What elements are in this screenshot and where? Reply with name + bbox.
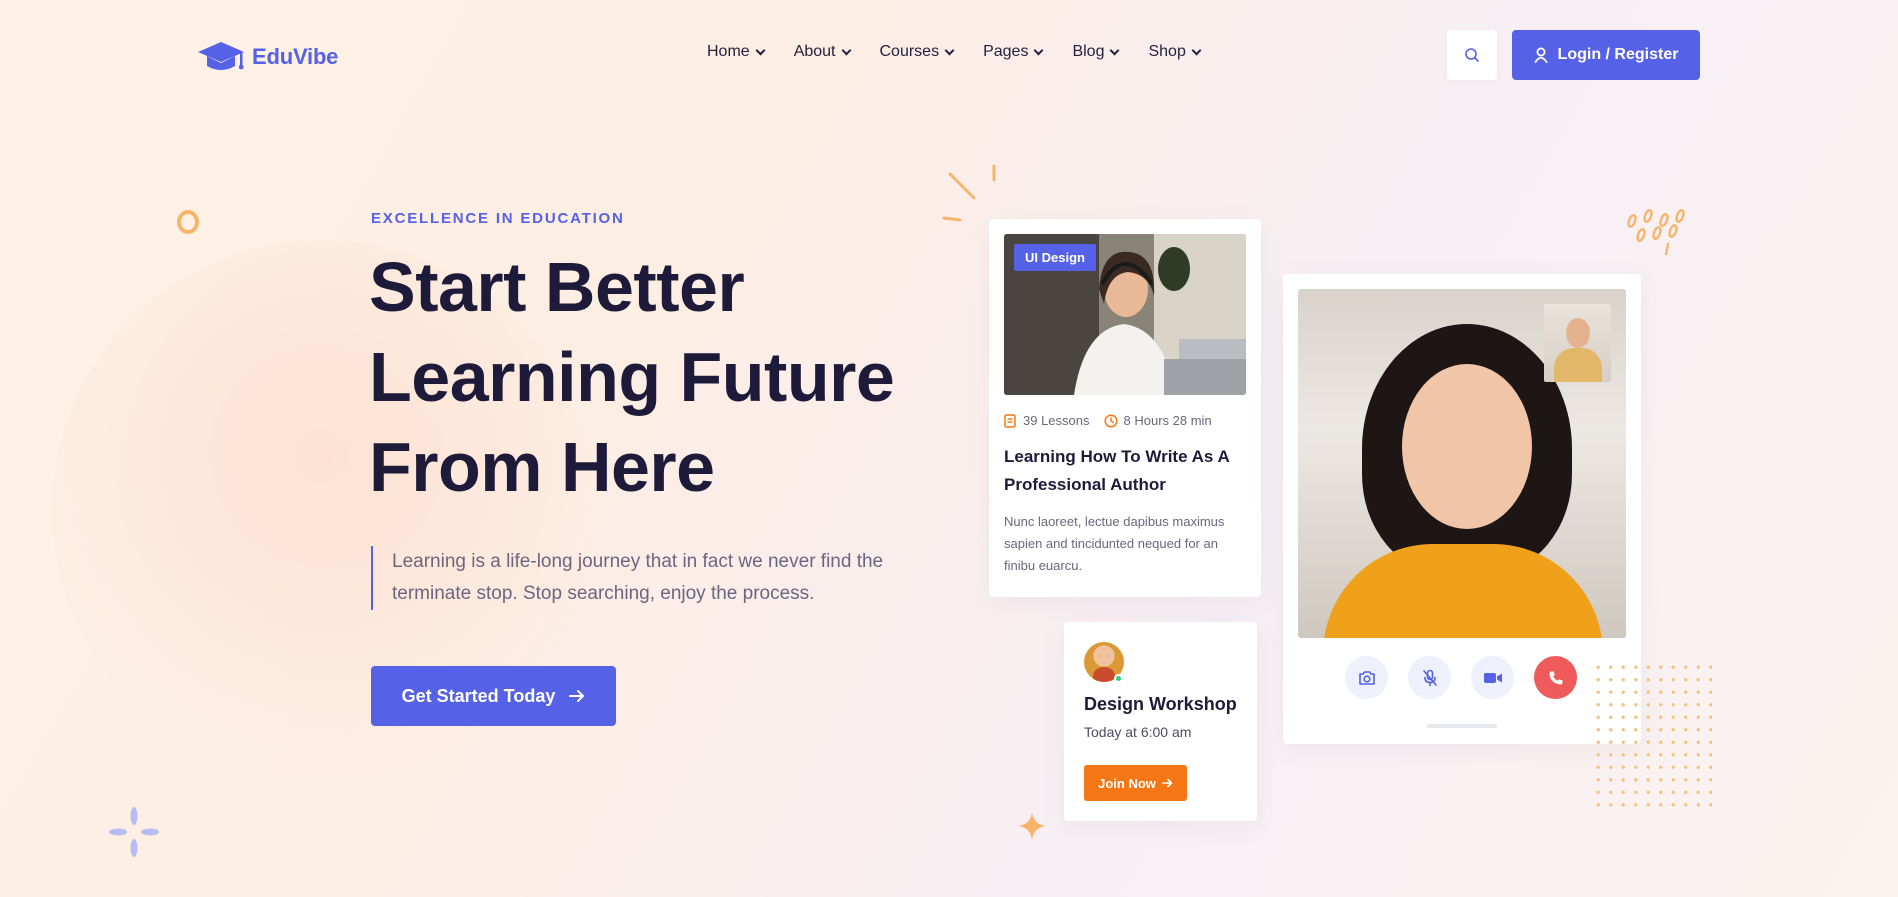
nav-home[interactable]: Home xyxy=(707,43,766,61)
hero-title-line-3: From Here xyxy=(369,428,715,506)
ring-decoration xyxy=(177,210,199,234)
chevron-down-icon xyxy=(1034,45,1044,55)
end-call-button[interactable] xyxy=(1534,656,1577,699)
document-icon xyxy=(1004,413,1016,428)
clock-icon xyxy=(1103,413,1118,428)
hero-title-line-2: Learning Future xyxy=(369,338,895,416)
hero-description: Learning is a life-long journey that in … xyxy=(371,546,931,610)
login-register-label: Login / Register xyxy=(1557,46,1679,63)
nav-shop-label: Shop xyxy=(1148,43,1186,60)
join-now-label: Join Now xyxy=(1098,775,1156,791)
camera-icon xyxy=(1358,670,1375,685)
video-button[interactable] xyxy=(1471,656,1514,699)
nav-home-label: Home xyxy=(707,43,750,60)
nav-pages[interactable]: Pages xyxy=(983,43,1044,61)
nav-blog[interactable]: Blog xyxy=(1072,43,1120,61)
login-register-button[interactable]: Login / Register xyxy=(1512,30,1700,80)
camera-button[interactable] xyxy=(1345,656,1388,699)
search-button[interactable] xyxy=(1447,30,1497,80)
online-status-indicator xyxy=(1114,674,1123,683)
dot-grid-decoration xyxy=(1592,661,1712,813)
mute-button[interactable] xyxy=(1408,656,1451,699)
lessons-count: 39 Lessons xyxy=(1023,413,1090,428)
get-started-label: Get Started Today xyxy=(401,685,556,706)
course-category-tag[interactable]: UI Design xyxy=(1014,244,1096,271)
chevron-down-icon xyxy=(1191,45,1202,55)
picture-in-picture-feed[interactable] xyxy=(1544,304,1611,382)
hero-title: Start Better Learning Future From Here xyxy=(369,242,929,512)
call-controls xyxy=(1345,656,1577,699)
course-title[interactable]: Learning How To Write As A Professional … xyxy=(1004,443,1249,499)
chevron-down-icon xyxy=(755,45,766,55)
search-icon xyxy=(1465,48,1479,62)
phone-end-icon xyxy=(1549,671,1562,685)
graduation-cap-icon xyxy=(198,42,244,70)
main-nav: Home About Courses Pages Blog Shop xyxy=(707,43,1202,61)
logo[interactable]: EduVibe xyxy=(196,38,338,76)
nav-about-label: About xyxy=(793,43,836,60)
video-icon xyxy=(1483,672,1502,683)
workshop-card: Design Workshop Today at 6:00 am Join No… xyxy=(1064,622,1257,821)
nav-blog-label: Blog xyxy=(1072,43,1105,60)
caller-body-shape xyxy=(1323,544,1603,638)
hero-title-line-1: Start Better xyxy=(369,248,745,326)
chevron-down-icon xyxy=(1110,45,1120,55)
logo-text: EduVibe xyxy=(252,44,339,69)
video-call-card xyxy=(1283,274,1641,744)
chevron-down-icon xyxy=(841,45,851,55)
sparkle-decoration xyxy=(109,807,159,857)
course-card[interactable]: UI Design 39 Lessons 8 Hours 28 min Lear… xyxy=(989,219,1261,597)
pip-body-shape xyxy=(1554,348,1602,382)
user-icon xyxy=(1534,47,1547,63)
nav-courses[interactable]: Courses xyxy=(879,43,955,61)
spark-lines-decoration xyxy=(942,164,996,222)
pip-head-shape xyxy=(1566,318,1590,348)
home-indicator-bar xyxy=(1427,724,1497,728)
course-meta: 39 Lessons 8 Hours 28 min xyxy=(1004,413,1212,428)
course-duration: 8 Hours 28 min xyxy=(1123,413,1212,428)
nav-pages-label: Pages xyxy=(983,43,1029,60)
dashes-decoration xyxy=(1627,209,1685,256)
arrow-right-icon xyxy=(1162,778,1173,788)
nav-courses-label: Courses xyxy=(879,43,940,60)
video-call-feed xyxy=(1298,289,1626,638)
course-description: Nunc laoreet, lectue dapibus maximus sap… xyxy=(1004,514,1225,573)
chevron-down-icon xyxy=(944,45,955,55)
get-started-button[interactable]: Get Started Today xyxy=(371,666,616,726)
mic-off-icon xyxy=(1422,669,1437,686)
nav-about[interactable]: About xyxy=(793,43,851,61)
join-now-button[interactable]: Join Now xyxy=(1084,765,1187,801)
star-sparkle-decoration xyxy=(1018,812,1046,840)
duration-meta: 8 Hours 28 min xyxy=(1103,413,1212,428)
caller-face-shape xyxy=(1402,364,1532,529)
arrow-right-icon xyxy=(569,690,585,702)
lessons-meta: 39 Lessons xyxy=(1004,413,1090,428)
hero-eyebrow: EXCELLENCE IN EDUCATION xyxy=(371,210,625,227)
workshop-title: Design Workshop xyxy=(1084,694,1237,714)
nav-shop[interactable]: Shop xyxy=(1148,43,1202,61)
workshop-time: Today at 6:00 am xyxy=(1084,724,1192,740)
site-header: EduVibe Home About Courses Pages Blog Sh… xyxy=(0,0,1898,110)
